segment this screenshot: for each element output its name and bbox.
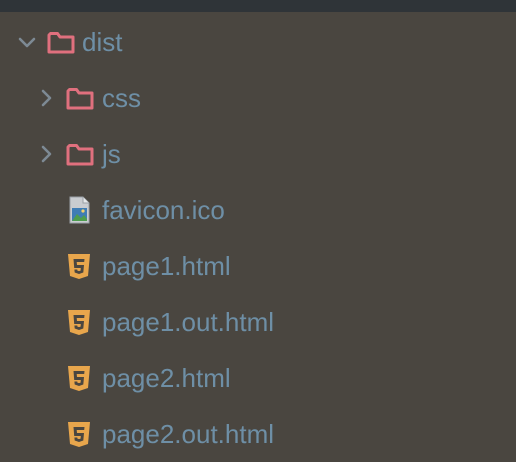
tree-item-page2-html[interactable]: page2.html — [0, 350, 516, 406]
project-file-tree: dist css js favicon.ico page1.html page1… — [0, 12, 516, 462]
folder-icon — [66, 144, 94, 166]
tree-item-label: page2.html — [102, 363, 231, 393]
tree-item-favicon[interactable]: favicon.ico — [0, 182, 516, 238]
tree-item-page1-html[interactable]: page1.html — [0, 238, 516, 294]
window-top-bar — [0, 0, 516, 12]
chevron-right-icon[interactable] — [35, 87, 57, 109]
folder-icon — [47, 32, 75, 54]
tree-item-label: js — [102, 139, 121, 169]
tree-item-label: dist — [82, 27, 123, 57]
tree-item-label: page1.out.html — [102, 307, 275, 337]
tree-item-label: favicon.ico — [102, 195, 225, 225]
html5-icon — [68, 310, 90, 335]
tree-item-page1-out-html[interactable]: page1.out.html — [0, 294, 516, 350]
tree-item-js[interactable]: js — [0, 126, 516, 182]
tree-item-dist[interactable]: dist — [0, 14, 516, 70]
tree-item-css[interactable]: css — [0, 70, 516, 126]
tree-item-label: page1.html — [102, 251, 231, 281]
folder-icon — [66, 88, 94, 110]
tree-item-label: page2.out.html — [102, 419, 275, 449]
html5-icon — [68, 422, 90, 447]
html5-icon — [68, 254, 90, 279]
image-file-icon — [69, 196, 90, 224]
chevron-right-icon[interactable] — [35, 143, 57, 165]
html5-icon — [68, 366, 90, 391]
chevron-down-icon[interactable] — [16, 31, 38, 53]
tree-item-page2-out-html[interactable]: page2.out.html — [0, 406, 516, 462]
tree-item-label: css — [102, 83, 141, 113]
